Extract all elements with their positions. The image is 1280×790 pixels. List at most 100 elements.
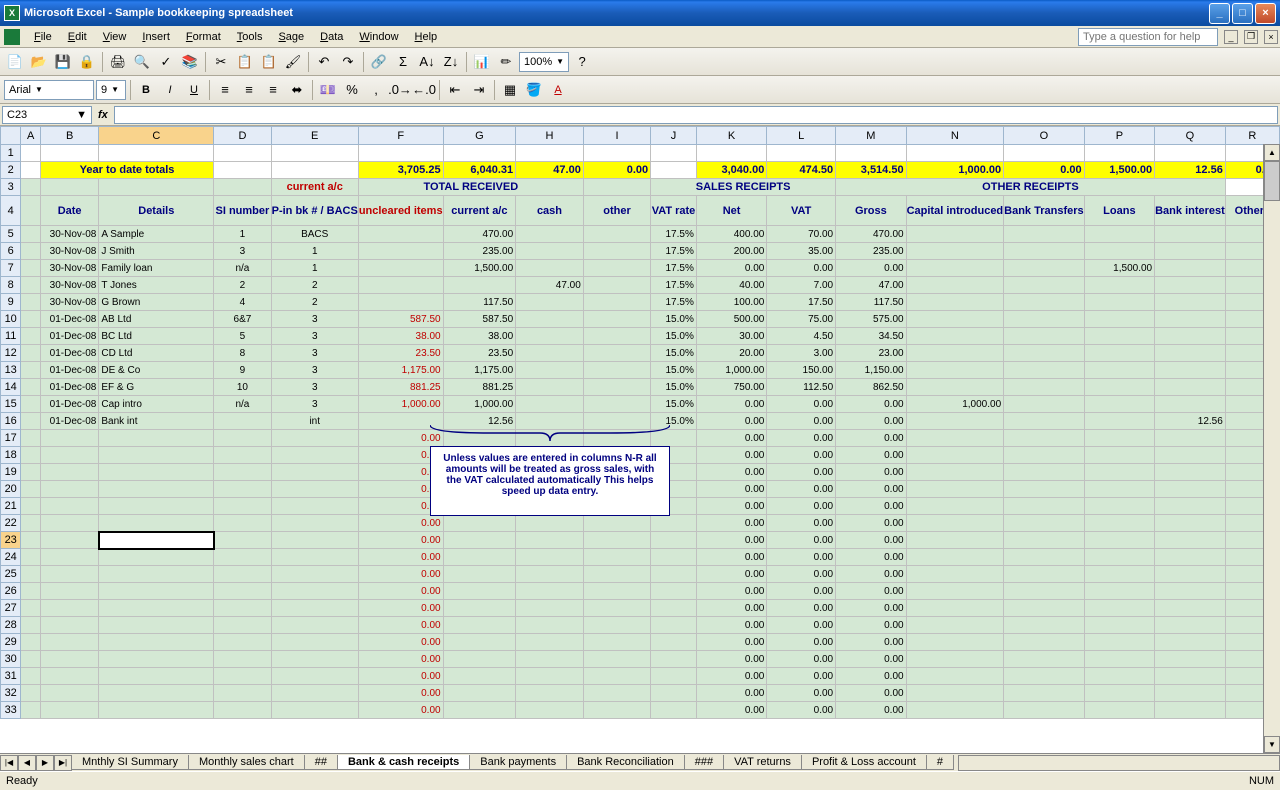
chart-icon[interactable]: 📊: [471, 51, 493, 73]
cell[interactable]: 0.00: [696, 566, 766, 583]
cell[interactable]: [906, 362, 1004, 379]
cell[interactable]: Cap intro: [99, 396, 214, 413]
cell[interactable]: [271, 685, 358, 702]
cell[interactable]: [583, 549, 650, 566]
cell[interactable]: [651, 634, 697, 651]
cell[interactable]: 0.00: [767, 617, 836, 634]
cell[interactable]: [99, 600, 214, 617]
cell[interactable]: [21, 345, 41, 362]
cell[interactable]: 0.00: [696, 634, 766, 651]
cell[interactable]: [906, 617, 1004, 634]
cell[interactable]: 35.00: [767, 243, 836, 260]
cell[interactable]: [906, 566, 1004, 583]
cell[interactable]: [214, 515, 271, 532]
cell[interactable]: 30-Nov-08: [40, 260, 98, 277]
cell[interactable]: [516, 549, 584, 566]
cell[interactable]: CD Ltd: [99, 345, 214, 362]
cell[interactable]: [1084, 702, 1154, 719]
cell[interactable]: 3: [271, 396, 358, 413]
cell[interactable]: DE & Co: [99, 362, 214, 379]
cell[interactable]: current a/c: [443, 196, 516, 226]
cell[interactable]: uncleared items: [358, 196, 443, 226]
cell[interactable]: [40, 145, 98, 162]
cell[interactable]: [1084, 685, 1154, 702]
cell[interactable]: 0.00: [696, 617, 766, 634]
cell[interactable]: 3: [271, 328, 358, 345]
cell[interactable]: [906, 651, 1004, 668]
cell[interactable]: 0.00: [696, 583, 766, 600]
cell[interactable]: 01-Dec-08: [40, 345, 98, 362]
borders-icon[interactable]: ▦: [499, 79, 521, 101]
col-header[interactable]: F: [358, 127, 443, 145]
cell[interactable]: 2: [271, 294, 358, 311]
cell[interactable]: [99, 566, 214, 583]
font-color-icon[interactable]: A: [547, 79, 569, 101]
cell[interactable]: [1084, 583, 1154, 600]
cell[interactable]: 100.00: [696, 294, 766, 311]
cell[interactable]: [906, 447, 1004, 464]
cell[interactable]: [1155, 515, 1226, 532]
cell[interactable]: [21, 162, 41, 179]
cell[interactable]: AB Ltd: [99, 311, 214, 328]
drawing-icon[interactable]: ✏: [495, 51, 517, 73]
cell[interactable]: 0.00: [767, 430, 836, 447]
cell[interactable]: [651, 532, 697, 549]
cell[interactable]: 0.00: [836, 430, 906, 447]
cell[interactable]: [1155, 145, 1226, 162]
cell[interactable]: [583, 532, 650, 549]
cell[interactable]: [214, 549, 271, 566]
cell[interactable]: [40, 600, 98, 617]
cell[interactable]: n/a: [214, 260, 271, 277]
cell[interactable]: 0.00: [696, 532, 766, 549]
cell[interactable]: 15.0%: [651, 328, 697, 345]
cell[interactable]: 5: [214, 328, 271, 345]
cell[interactable]: [214, 532, 271, 549]
cell[interactable]: Gross: [836, 196, 906, 226]
cell[interactable]: 4.50: [767, 328, 836, 345]
cell[interactable]: [906, 549, 1004, 566]
cell[interactable]: 1: [214, 226, 271, 243]
cell[interactable]: [651, 549, 697, 566]
cell[interactable]: [1084, 430, 1154, 447]
cell[interactable]: 0.00: [696, 549, 766, 566]
cell[interactable]: 0.00: [696, 651, 766, 668]
cell[interactable]: [358, 145, 443, 162]
cell[interactable]: [583, 566, 650, 583]
cell[interactable]: 15.0%: [651, 362, 697, 379]
cell[interactable]: [271, 583, 358, 600]
cell[interactable]: 117.50: [836, 294, 906, 311]
cell[interactable]: [516, 362, 584, 379]
col-header[interactable]: L: [767, 127, 836, 145]
cell[interactable]: 0.00: [836, 566, 906, 583]
cell[interactable]: 0.00: [358, 617, 443, 634]
cell[interactable]: [99, 685, 214, 702]
font-name-box[interactable]: Arial▼: [4, 80, 94, 100]
cell[interactable]: 01-Dec-08: [40, 311, 98, 328]
cell[interactable]: [214, 617, 271, 634]
cell[interactable]: 470.00: [443, 226, 516, 243]
cell[interactable]: [443, 634, 516, 651]
cell[interactable]: 3.00: [767, 345, 836, 362]
font-size-box[interactable]: 9▼: [96, 80, 126, 100]
col-header[interactable]: M: [836, 127, 906, 145]
menu-file[interactable]: File: [26, 29, 60, 45]
cell[interactable]: [651, 162, 697, 179]
cell[interactable]: [1004, 311, 1084, 328]
cell[interactable]: [1004, 260, 1084, 277]
bold-icon[interactable]: B: [135, 79, 157, 101]
cell[interactable]: 0.00: [358, 651, 443, 668]
cell[interactable]: [1155, 600, 1226, 617]
cell[interactable]: [516, 634, 584, 651]
cell[interactable]: 23.50: [443, 345, 516, 362]
cell[interactable]: 15.0%: [651, 379, 697, 396]
cell[interactable]: 1,500.00: [443, 260, 516, 277]
cell[interactable]: 0.00: [767, 668, 836, 685]
cell[interactable]: 0.00: [358, 685, 443, 702]
cell[interactable]: [583, 651, 650, 668]
menu-tools[interactable]: Tools: [229, 29, 271, 45]
cell[interactable]: [358, 260, 443, 277]
cell[interactable]: [271, 566, 358, 583]
cell[interactable]: 0.00: [767, 600, 836, 617]
cell[interactable]: 1,000.00: [906, 396, 1004, 413]
cell[interactable]: [516, 243, 584, 260]
